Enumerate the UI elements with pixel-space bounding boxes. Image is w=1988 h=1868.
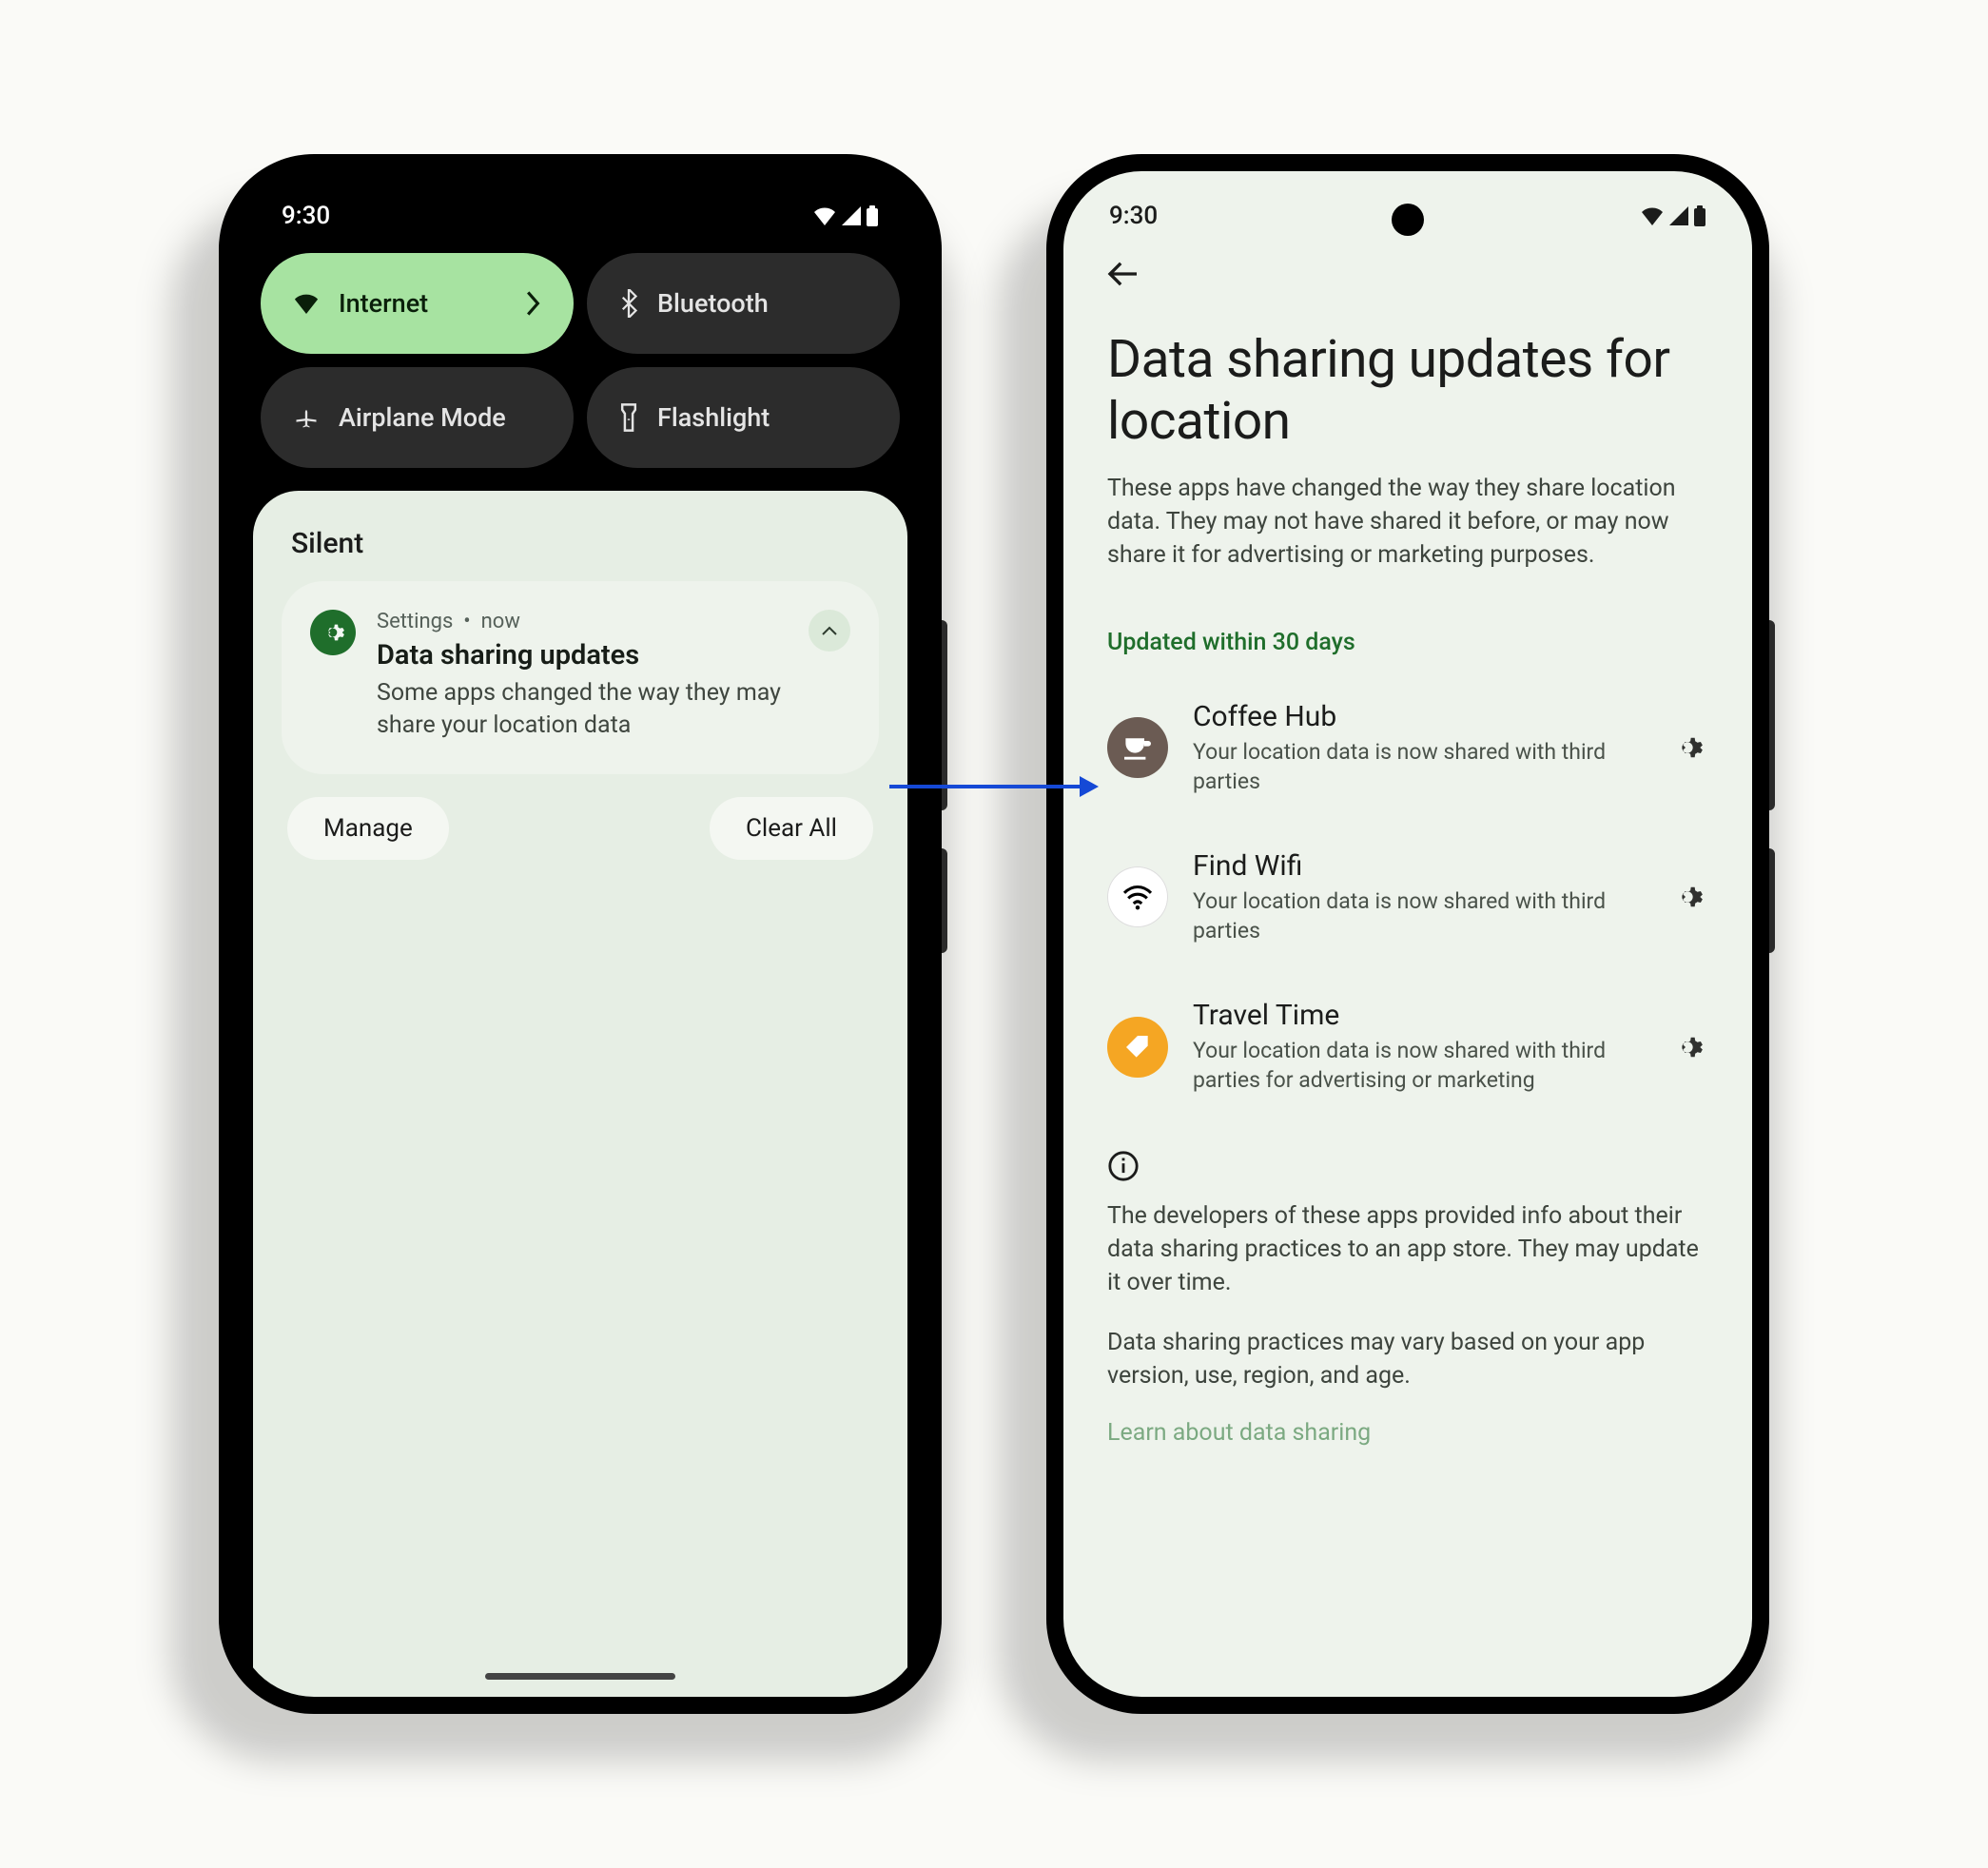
- settings-app-icon: [310, 610, 356, 655]
- wifi-icon: [1640, 206, 1665, 225]
- find-wifi-app-icon: [1107, 866, 1168, 927]
- app-row-coffee-hub[interactable]: Coffee Hub Your location data is now sha…: [1107, 673, 1708, 823]
- app-desc: Your location data is now shared with th…: [1193, 886, 1642, 945]
- learn-more-link[interactable]: Learn about data sharing: [1107, 1419, 1708, 1447]
- manage-button[interactable]: Manage: [287, 797, 449, 860]
- collapse-button[interactable]: [809, 610, 850, 652]
- info-icon: [1107, 1150, 1708, 1182]
- tag-icon: [1122, 1032, 1153, 1062]
- shade-section-heading: Silent: [282, 527, 879, 581]
- back-button[interactable]: [1107, 261, 1140, 287]
- bluetooth-icon: [619, 289, 638, 318]
- camera-cutout: [1392, 204, 1424, 236]
- page-title: Data sharing updates for location: [1107, 329, 1708, 453]
- coffee-hub-app-icon: [1107, 717, 1168, 778]
- qs-internet-tile[interactable]: Internet: [261, 253, 574, 354]
- app-row-travel-time[interactable]: Travel Time Your location data is now sh…: [1107, 972, 1708, 1121]
- phone-left: 9:30 Internet: [219, 154, 942, 1714]
- power-button[interactable]: [942, 848, 947, 953]
- gear-icon: [1671, 1031, 1704, 1063]
- notification-shade: Silent Settings • now Data sharing updat: [253, 491, 907, 1697]
- power-button[interactable]: [1769, 848, 1775, 953]
- section-label: Updated within 30 days: [1107, 629, 1708, 656]
- arrow-left-icon: [1107, 261, 1140, 287]
- flashlight-icon: [619, 403, 638, 432]
- qs-airplane-label: Airplane Mode: [339, 402, 506, 433]
- app-settings-button[interactable]: [1666, 876, 1708, 918]
- chevron-up-icon: [821, 625, 838, 636]
- app-desc: Your location data is now shared with th…: [1193, 1036, 1642, 1095]
- airplane-icon: [293, 404, 320, 431]
- battery-icon: [866, 205, 879, 226]
- app-name: Find Wifi: [1193, 849, 1642, 883]
- info-text-1: The developers of these apps provided in…: [1107, 1199, 1708, 1299]
- notification-body: Some apps changed the way they may share…: [377, 677, 788, 742]
- app-settings-button[interactable]: [1666, 727, 1708, 769]
- app-name: Travel Time: [1193, 999, 1642, 1032]
- page-subtitle: These apps have changed the way they sha…: [1107, 472, 1708, 572]
- notification-meta: Settings • now: [377, 610, 788, 633]
- volume-button[interactable]: [1769, 620, 1775, 810]
- gear-icon: [1671, 731, 1704, 764]
- notification-card[interactable]: Settings • now Data sharing updates Some…: [282, 581, 879, 774]
- wifi-icon: [812, 206, 837, 225]
- clock: 9:30: [1109, 202, 1158, 230]
- clock: 9:30: [282, 202, 330, 230]
- phone-right: 9:30 Data sharing updates for location: [1046, 154, 1769, 1714]
- gesture-nav-bar[interactable]: [485, 1673, 675, 1680]
- app-settings-button[interactable]: [1666, 1026, 1708, 1068]
- app-desc: Your location data is now shared with th…: [1193, 737, 1642, 796]
- clear-all-button[interactable]: Clear All: [710, 797, 873, 860]
- qs-bluetooth-label: Bluetooth: [657, 288, 769, 319]
- qs-flashlight-tile[interactable]: Flashlight: [587, 367, 900, 468]
- gear-icon: [1671, 881, 1704, 913]
- qs-airplane-tile[interactable]: Airplane Mode: [261, 367, 574, 468]
- status-bar: 9:30: [236, 171, 925, 242]
- battery-icon: [1693, 205, 1706, 226]
- flow-arrow: [889, 772, 1099, 801]
- chevron-right-icon: [526, 291, 541, 316]
- info-text-2: Data sharing practices may vary based on…: [1107, 1326, 1708, 1392]
- app-name: Coffee Hub: [1193, 700, 1642, 733]
- signal-icon: [841, 206, 862, 225]
- qs-bluetooth-tile[interactable]: Bluetooth: [587, 253, 900, 354]
- qs-internet-label: Internet: [339, 288, 428, 319]
- qs-flashlight-label: Flashlight: [657, 402, 770, 433]
- wifi-icon: [1121, 884, 1155, 910]
- coffee-cup-icon: [1121, 734, 1154, 761]
- notification-title: Data sharing updates: [377, 639, 788, 671]
- wifi-icon: [293, 293, 320, 314]
- travel-time-app-icon: [1107, 1017, 1168, 1078]
- app-row-find-wifi[interactable]: Find Wifi Your location data is now shar…: [1107, 823, 1708, 972]
- signal-icon: [1668, 206, 1689, 225]
